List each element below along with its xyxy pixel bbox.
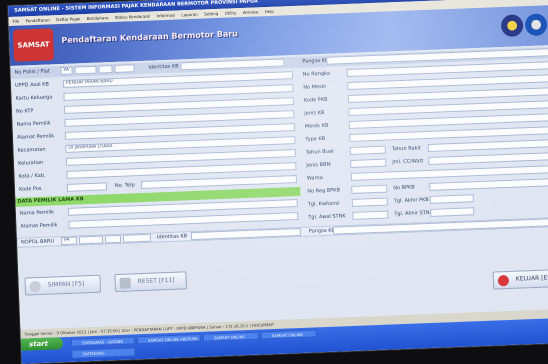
menu-item-file[interactable]: File <box>12 19 19 24</box>
tgl-akhir-pkb-label: Tgl. Akhir PKB <box>393 196 429 205</box>
kodepos-field[interactable] <box>66 182 108 192</box>
ktp-label: No KTP <box>15 108 34 115</box>
taskbar-item-4[interactable]: SAMSAT ONLINE <box>260 329 317 340</box>
nopolisi-number-field[interactable] <box>74 65 97 75</box>
tgl-akhir-stnk-field[interactable] <box>430 207 475 217</box>
jenis-bbm-field[interactable] <box>350 158 387 168</box>
menu-item-window[interactable]: Window <box>243 9 259 15</box>
type-kb-label: Type KB <box>305 135 326 143</box>
pangsa-kb-label: Pangsa KB <box>302 57 329 65</box>
kodepos-label: Kode Pos <box>18 185 42 193</box>
jenis-bbm-label: Jenis BBM <box>306 161 331 169</box>
taskbar-item-3[interactable]: SAMSAT ONLINE <box>202 331 259 342</box>
menu-item-utility[interactable]: Utility <box>225 10 237 15</box>
shield-emblem-icon <box>500 14 524 38</box>
nopol-baru-number-field[interactable] <box>78 235 104 245</box>
save-icon <box>29 280 42 293</box>
notelp-label: No. Telp <box>114 182 135 190</box>
kelurahan-label: Kelurahan <box>17 159 44 167</box>
no-bpkb-label: No BPKB <box>393 184 415 192</box>
jml-cc-label: Jml. CC/Watt <box>392 158 424 166</box>
simpan-label: SIMPAN [F5] <box>47 280 85 289</box>
tahun-rakit-field[interactable] <box>427 139 548 152</box>
tahun-buat-label: Tahun Buat <box>305 148 334 156</box>
kode-pkb-label: Kode PKB <box>303 96 328 104</box>
pangsa-kb2-field[interactable] <box>332 218 548 235</box>
banner-title: Pendaftaran Kendaraan Bermotor Baru <box>61 29 239 45</box>
menu-item-setting[interactable]: Setting <box>204 11 219 17</box>
tgl-awal-stnk-field[interactable] <box>352 210 389 220</box>
kota-label: Kota / Kab. <box>18 172 46 180</box>
nopol-baru-extra-field[interactable] <box>122 233 152 243</box>
start-button[interactable]: start <box>20 337 64 351</box>
keluar-label: KELUAR [ESC] <box>515 274 548 283</box>
kecamatan-label: Kecamatan <box>17 146 46 154</box>
nopolisi-suffix-field[interactable] <box>98 65 113 74</box>
identitas-kb-label: Identitas KB <box>148 63 179 71</box>
jml-cc-field[interactable] <box>428 152 548 165</box>
menu-item-laporan[interactable]: Laporan <box>181 12 197 18</box>
jenis-kb-label: Jenis KB <box>304 109 325 117</box>
tgl-akhir-stnk-label: Tgl. Akhir STNK <box>394 209 433 218</box>
reset-icon <box>119 277 131 289</box>
pangsa-kb2-label: Pangsa KB <box>308 227 336 235</box>
nama-lama-label: Nama Pemilik <box>19 209 55 217</box>
taskbar-item-5[interactable]: SIMTAKMAS <box>71 347 136 359</box>
merek-kb-label: Merek KB <box>304 122 329 130</box>
taskbar-item-2[interactable]: SAMSAT ONLINE ABEPURA <box>136 333 202 345</box>
form-area: No Polisi / Plat PA Identitas KB Pangsa … <box>10 45 548 330</box>
papua-emblem-icon <box>524 13 548 37</box>
photo-background: SAMSAT ONLINE - SISTEM INFORMASI PAJAK K… <box>0 0 548 364</box>
alamat-label: Alamat Pemilik <box>16 133 55 141</box>
tgl-awal-stnk-label: Tgl. Awal STNK <box>308 213 346 221</box>
alamat-lama-label: Alamat Pemilik <box>20 222 58 230</box>
uppd-label: UPPD Asal KB <box>14 81 50 89</box>
taskbar-item-1[interactable]: SIMTAKMAS - DATABB <box>70 336 136 347</box>
samsat-logo: SAMSAT <box>12 28 55 62</box>
tahun-buat-field[interactable] <box>349 145 386 155</box>
app-window: SAMSAT ONLINE - SISTEM INFORMASI PAJAK K… <box>8 0 548 364</box>
alamat-lama-field[interactable] <box>68 212 299 229</box>
menu-item-help[interactable]: Help <box>265 9 274 14</box>
tgl-kwitansi-field[interactable] <box>351 197 388 207</box>
nopolisi-extra-field[interactable] <box>114 64 135 73</box>
keluar-button[interactable]: KELUAR [ESC] <box>492 268 548 290</box>
kk-label: Kartu Keluarga <box>15 94 53 102</box>
identitas-kb2-label: Identitas KB <box>156 233 188 241</box>
warna-label: Warna <box>306 175 323 182</box>
menu-item-bendahara[interactable]: Bendahara <box>87 15 109 21</box>
exit-icon <box>497 274 510 287</box>
menu-item-status[interactable]: Status Kendaraan <box>115 14 151 20</box>
nama-label: Nama Pemilik <box>16 120 51 128</box>
no-bpkb-field[interactable] <box>429 178 548 191</box>
menu-item-informasi[interactable]: Informasi <box>156 13 175 19</box>
nopol-baru-prefix-field[interactable]: PA <box>60 236 78 246</box>
menu-item-pendaftaran[interactable]: Pendaftaran <box>25 17 49 23</box>
no-reg-bpkb-label: No Reg BPKB <box>307 187 341 195</box>
no-mesin-label: No Mesin <box>303 83 327 91</box>
simpan-button[interactable]: SIMPAN [F5] <box>24 274 102 296</box>
menu-item-daftar-pajak[interactable]: Daftar Pajak <box>56 16 81 22</box>
nopolisi-prefix-field[interactable]: PA <box>60 66 73 76</box>
no-rangka-label: No Rangka <box>302 70 330 78</box>
reset-label: RESET [F11] <box>137 276 175 286</box>
nopol-baru-label: NOPOL BARU <box>20 238 55 246</box>
no-reg-bpkb-field[interactable] <box>351 184 388 194</box>
nopol-baru-suffix-field[interactable] <box>104 234 122 244</box>
tgl-akhir-pkb-field[interactable] <box>429 194 474 204</box>
reset-button[interactable]: RESET [F11] <box>114 271 188 293</box>
tahun-rakit-label: Tahun Rakit <box>391 145 421 153</box>
tgl-kwitansi-label: Tgl. Kwitansi <box>307 200 340 208</box>
